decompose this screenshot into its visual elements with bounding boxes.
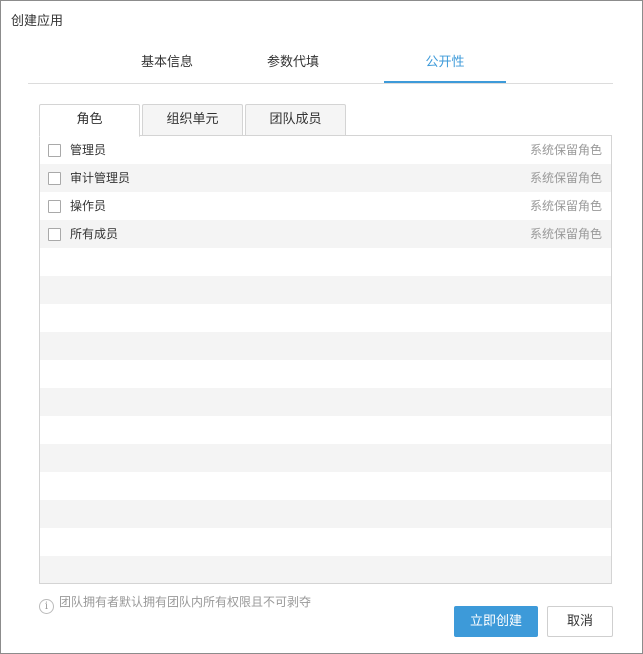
dialog-title: 创建应用 [11, 14, 64, 29]
empty-row [40, 388, 611, 416]
role-note: 系统保留角色 [529, 171, 602, 185]
role-checkbox[interactable] [48, 228, 61, 241]
role-note: 系统保留角色 [529, 227, 602, 241]
empty-row [40, 416, 611, 444]
list-item[interactable]: 审计管理员 系统保留角色 [40, 164, 611, 192]
create-app-dialog: 创建应用 基本信息 参数代填 公开性 角色 组织单元 团队成员 管理员 系统保留… [0, 0, 643, 654]
subtab-org-units[interactable]: 组织单元 [142, 104, 243, 136]
role-name: 管理员 [70, 143, 107, 157]
empty-row [40, 528, 611, 556]
list-item[interactable]: 所有成员 系统保留角色 [40, 220, 611, 248]
empty-row [40, 360, 611, 388]
empty-row [40, 276, 611, 304]
note-text: 团队拥有者默认拥有团队内所有权限且不可剥夺 [59, 595, 312, 609]
info-icon: i [39, 599, 54, 614]
role-checkbox[interactable] [48, 144, 61, 157]
list-item[interactable]: 管理员 系统保留角色 [40, 136, 611, 164]
empty-row [40, 332, 611, 360]
empty-row [40, 500, 611, 528]
empty-row [40, 444, 611, 472]
tab-basic-info[interactable]: 基本信息 [106, 46, 228, 82]
tab-visibility[interactable]: 公开性 [384, 46, 506, 83]
owner-permission-note: i 团队拥有者默认拥有团队内所有权限且不可剥夺 [39, 594, 311, 614]
empty-row [40, 304, 611, 332]
cancel-button[interactable]: 取消 [547, 606, 613, 637]
subtab-team-members[interactable]: 团队成员 [245, 104, 346, 136]
role-name: 操作员 [70, 199, 107, 213]
empty-row [40, 472, 611, 500]
role-list: 管理员 系统保留角色 审计管理员 系统保留角色 操作员 系统保留角色 所有成员 … [39, 135, 612, 584]
role-note: 系统保留角色 [529, 143, 602, 157]
role-name: 审计管理员 [70, 171, 131, 185]
create-now-button[interactable]: 立即创建 [454, 606, 538, 637]
tab-param-fill[interactable]: 参数代填 [232, 46, 354, 82]
empty-row [40, 248, 611, 276]
role-checkbox[interactable] [48, 172, 61, 185]
role-name: 所有成员 [70, 227, 119, 241]
main-tab-bar: 基本信息 参数代填 公开性 [28, 46, 613, 84]
list-item[interactable]: 操作员 系统保留角色 [40, 192, 611, 220]
role-checkbox[interactable] [48, 200, 61, 213]
role-note: 系统保留角色 [529, 199, 602, 213]
empty-row [40, 556, 611, 583]
subtab-roles[interactable]: 角色 [39, 104, 140, 137]
